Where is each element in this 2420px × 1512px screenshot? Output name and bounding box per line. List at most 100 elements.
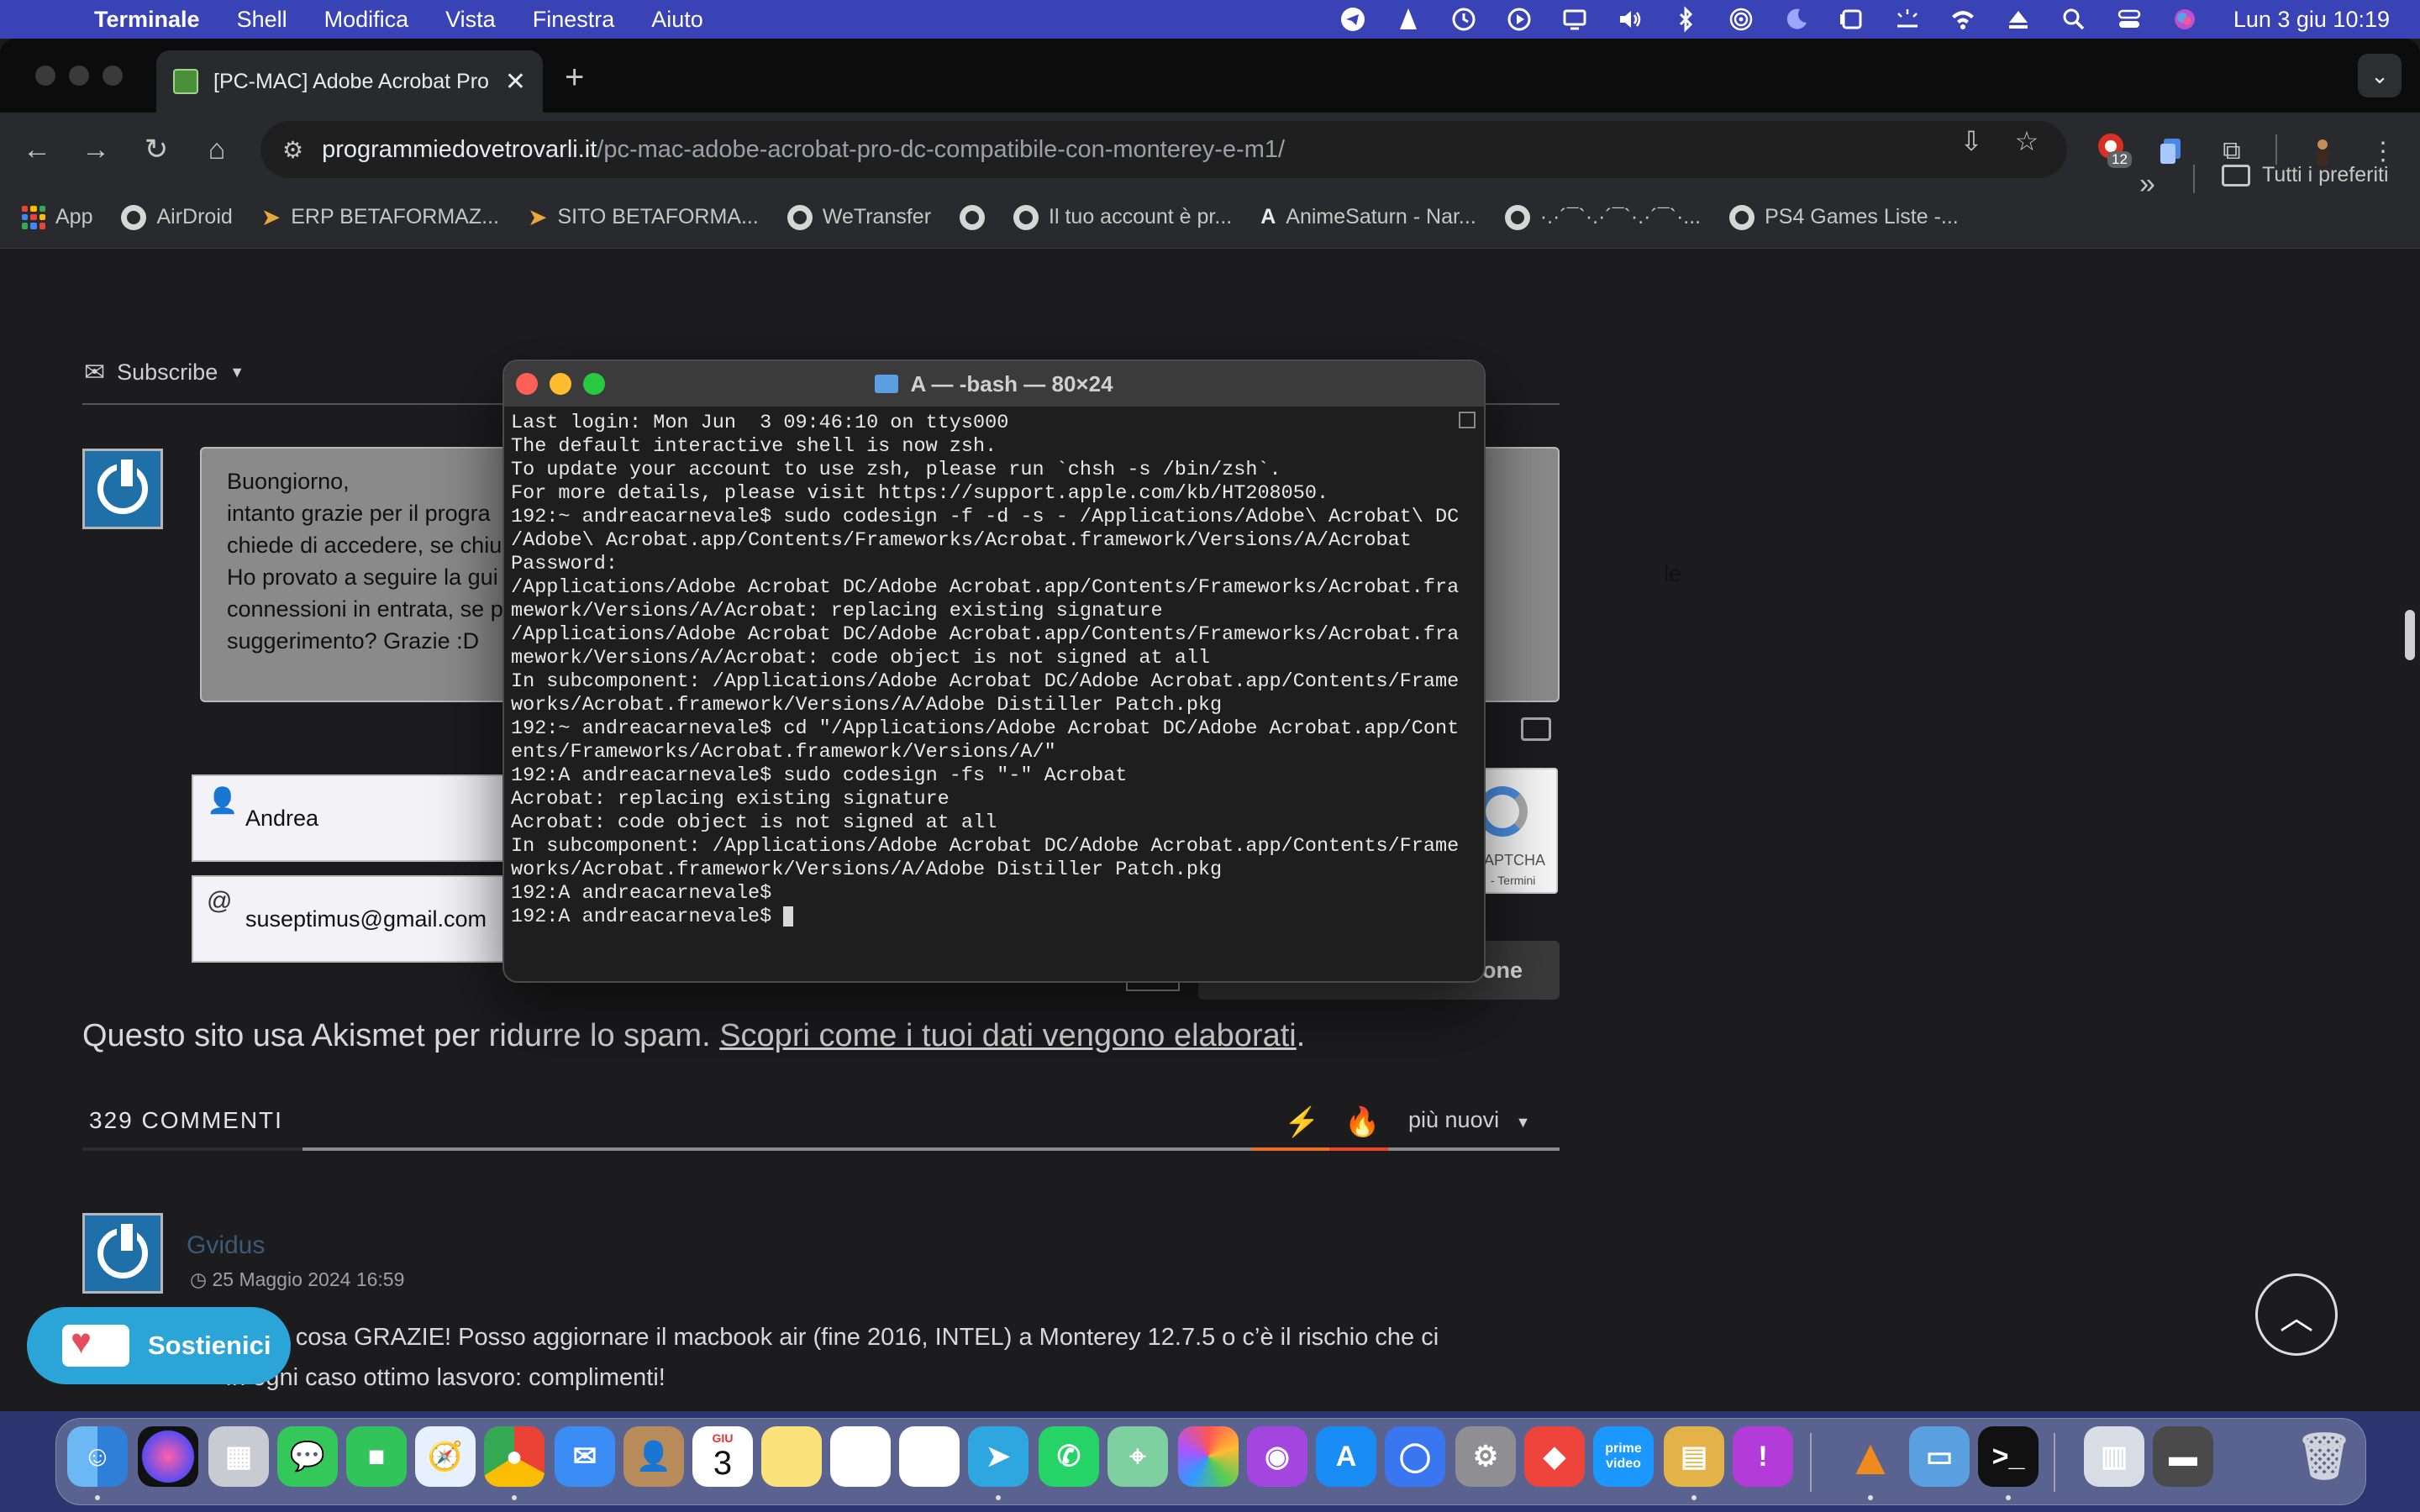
whatsapp-icon[interactable]: ✆ — [1039, 1426, 1099, 1487]
play-circle-icon[interactable] — [1504, 4, 1534, 34]
subscribe-dropdown[interactable]: ✉ Subscribe ▼ — [84, 358, 245, 387]
bluetooth-icon[interactable] — [1670, 4, 1701, 34]
site-settings-icon[interactable]: ⚙ — [282, 136, 303, 164]
menu-aiuto[interactable]: Aiuto — [633, 0, 722, 39]
all-bookmarks-folder[interactable]: Tutti i preferiti — [2222, 163, 2389, 187]
feedback-icon[interactable]: ! — [1733, 1426, 1793, 1487]
freeform-icon[interactable]: 〰 — [830, 1426, 891, 1487]
bookmark-app[interactable]: App — [22, 205, 92, 229]
new-tab-button[interactable]: + — [565, 59, 584, 97]
email-field[interactable]: @ suseptimus@gmail.com — [192, 875, 528, 963]
airdrop-icon[interactable] — [1726, 4, 1756, 34]
calendar-icon[interactable]: GIU 3 — [692, 1426, 753, 1487]
bookmark-erp[interactable]: ➤ ERP BETAFORMAZ... — [261, 203, 499, 231]
bookmark-untitled[interactable] — [960, 204, 986, 230]
window-close-button[interactable] — [35, 66, 55, 86]
comment-author[interactable]: Gvidus — [187, 1231, 265, 1260]
podcasts-icon[interactable]: ◉ — [1247, 1426, 1307, 1487]
finder-icon[interactable]: ☺ — [67, 1426, 128, 1487]
tab-active[interactable]: [PC-MAC] Adobe Acrobat Pro ✕ — [156, 50, 543, 113]
time-machine-icon[interactable] — [1449, 4, 1479, 34]
vlc-status-icon[interactable] — [1393, 4, 1423, 34]
vlc-icon[interactable]: ▲ — [1840, 1426, 1901, 1487]
menu-finestra[interactable]: Finestra — [514, 0, 634, 39]
launchpad-icon[interactable]: ▦ — [208, 1426, 269, 1487]
name-field[interactable]: 👤 Andrea — [192, 774, 528, 862]
safari-icon[interactable]: 🧭 — [415, 1426, 476, 1487]
spotlight-search-icon[interactable] — [2059, 4, 2089, 34]
telegram-icon[interactable]: ➤ — [968, 1426, 1028, 1487]
sort-dropdown[interactable]: più nuovi ▼ — [1408, 1107, 1530, 1133]
copy-extension-icon[interactable] — [2154, 134, 2188, 168]
telegram-status-icon[interactable] — [1338, 4, 1368, 34]
donate-button[interactable]: Sostienici — [27, 1307, 291, 1384]
menubar-clock[interactable]: Lun 3 giu 10:19 — [2233, 7, 2390, 33]
menu-shell[interactable]: Shell — [218, 0, 306, 39]
scroll-to-top-button[interactable]: ︿ — [2255, 1273, 2338, 1356]
image-upload-icon[interactable] — [1521, 717, 1551, 741]
bookmark-star-icon[interactable]: ☆ — [2007, 121, 2047, 161]
reload-icon[interactable]: ↻ — [136, 129, 176, 170]
messages-icon[interactable]: 💬 — [277, 1426, 338, 1487]
system-settings-icon[interactable]: ⚙ — [1455, 1426, 1516, 1487]
terminal-zoom-button[interactable] — [583, 373, 605, 395]
stage-manager-icon[interactable] — [1837, 4, 1867, 34]
akismet-link[interactable]: Scopri come i tuoi dati vengono elaborat… — [719, 1018, 1297, 1053]
app-store-icon[interactable]: A — [1316, 1426, 1376, 1487]
siri-icon[interactable] — [2170, 4, 2200, 34]
menu-modifica[interactable]: Modifica — [306, 0, 428, 39]
terminal-minimize-button[interactable] — [550, 373, 571, 395]
bookmark-decorative[interactable]: ·.·´¯`·.·´¯`·.·´¯`·... — [1504, 204, 1701, 230]
chrome-icon[interactable]: ● — [484, 1426, 544, 1487]
photos-icon[interactable] — [1178, 1426, 1239, 1487]
recaptcha-terms-link[interactable]: - Termini — [1491, 874, 1535, 887]
comment-date[interactable]: ◷ 25 Maggio 2024 16:59 — [190, 1268, 404, 1291]
menu-vista[interactable]: Vista — [427, 0, 514, 39]
page-scrollbar[interactable] — [2402, 249, 2420, 1411]
terminal-scroll-marker-icon[interactable] — [1459, 412, 1476, 428]
terminal-close-button[interactable] — [516, 373, 538, 395]
terminal-output[interactable]: Last login: Mon Jun 3 09:46:10 on ttys00… — [511, 412, 1459, 974]
notes-icon[interactable] — [761, 1426, 822, 1487]
lightning-icon[interactable]: ⚡ — [1284, 1105, 1319, 1139]
back-arrow-icon[interactable]: ← — [17, 129, 57, 170]
anydesk-icon[interactable]: ◆ — [1524, 1426, 1585, 1487]
window-minimize-button[interactable] — [69, 66, 89, 86]
contacts-icon[interactable]: 👤 — [623, 1426, 684, 1487]
facetime-icon[interactable]: ■ — [346, 1426, 407, 1487]
trash-icon[interactable]: 🗑 — [2294, 1426, 2354, 1487]
terminal-window[interactable]: A — -bash — 80×24 Last login: Mon Jun 3 … — [502, 360, 1486, 983]
display-icon[interactable] — [1560, 4, 1590, 34]
install-app-icon[interactable]: ⇩ — [1951, 121, 1991, 161]
window-zoom-button[interactable] — [103, 66, 123, 86]
address-bar[interactable]: ⚙ programmiedovetrovarli.it/pc-mac-adobe… — [260, 121, 2067, 178]
signal-icon[interactable]: ◯ — [1385, 1426, 1445, 1487]
brightness-icon[interactable] — [1892, 4, 1923, 34]
screenshots-stack-icon[interactable]: ▬ — [2153, 1426, 2213, 1487]
bookmarks-overflow-icon[interactable]: » — [2139, 168, 2155, 201]
volume-icon[interactable] — [1615, 4, 1645, 34]
maps-icon[interactable]: ⌖ — [1107, 1426, 1168, 1487]
archive-utility-icon[interactable]: ▤ — [1664, 1426, 1724, 1487]
forward-arrow-icon[interactable]: → — [76, 129, 116, 170]
siri-icon[interactable] — [138, 1426, 198, 1487]
mail-icon[interactable]: ✉ — [555, 1426, 615, 1487]
bookmark-account[interactable]: Il tuo account è pr... — [1013, 204, 1232, 230]
page-scrollbar-thumb[interactable] — [2405, 610, 2415, 660]
tab-search-chevron-icon[interactable]: ⌄ — [2358, 54, 2402, 97]
bookmark-sito[interactable]: ➤ SITO BETAFORMA... — [528, 203, 759, 231]
menu-app-name[interactable]: Terminale — [69, 0, 218, 39]
reminders-icon[interactable]: ☰ — [899, 1426, 960, 1487]
control-center-icon[interactable] — [2114, 4, 2144, 34]
terminal-icon[interactable]: >_ — [1978, 1426, 2039, 1487]
terminal-titlebar[interactable]: A — -bash — 80×24 — [504, 361, 1484, 407]
bookmark-animesaturn[interactable]: A AnimeSaturn - Nar... — [1260, 205, 1476, 229]
prime-video-icon[interactable]: prime video — [1593, 1426, 1654, 1487]
bookmark-ps4[interactable]: PS4 Games Liste -... — [1729, 204, 1959, 230]
home-icon[interactable]: ⌂ — [197, 129, 237, 170]
wifi-icon[interactable] — [1948, 4, 1978, 34]
focus-moon-icon[interactable] — [1781, 4, 1812, 34]
fire-icon[interactable]: 🔥 — [1344, 1105, 1380, 1139]
eject-icon[interactable] — [2003, 4, 2033, 34]
tab-close-icon[interactable]: ✕ — [505, 67, 526, 97]
